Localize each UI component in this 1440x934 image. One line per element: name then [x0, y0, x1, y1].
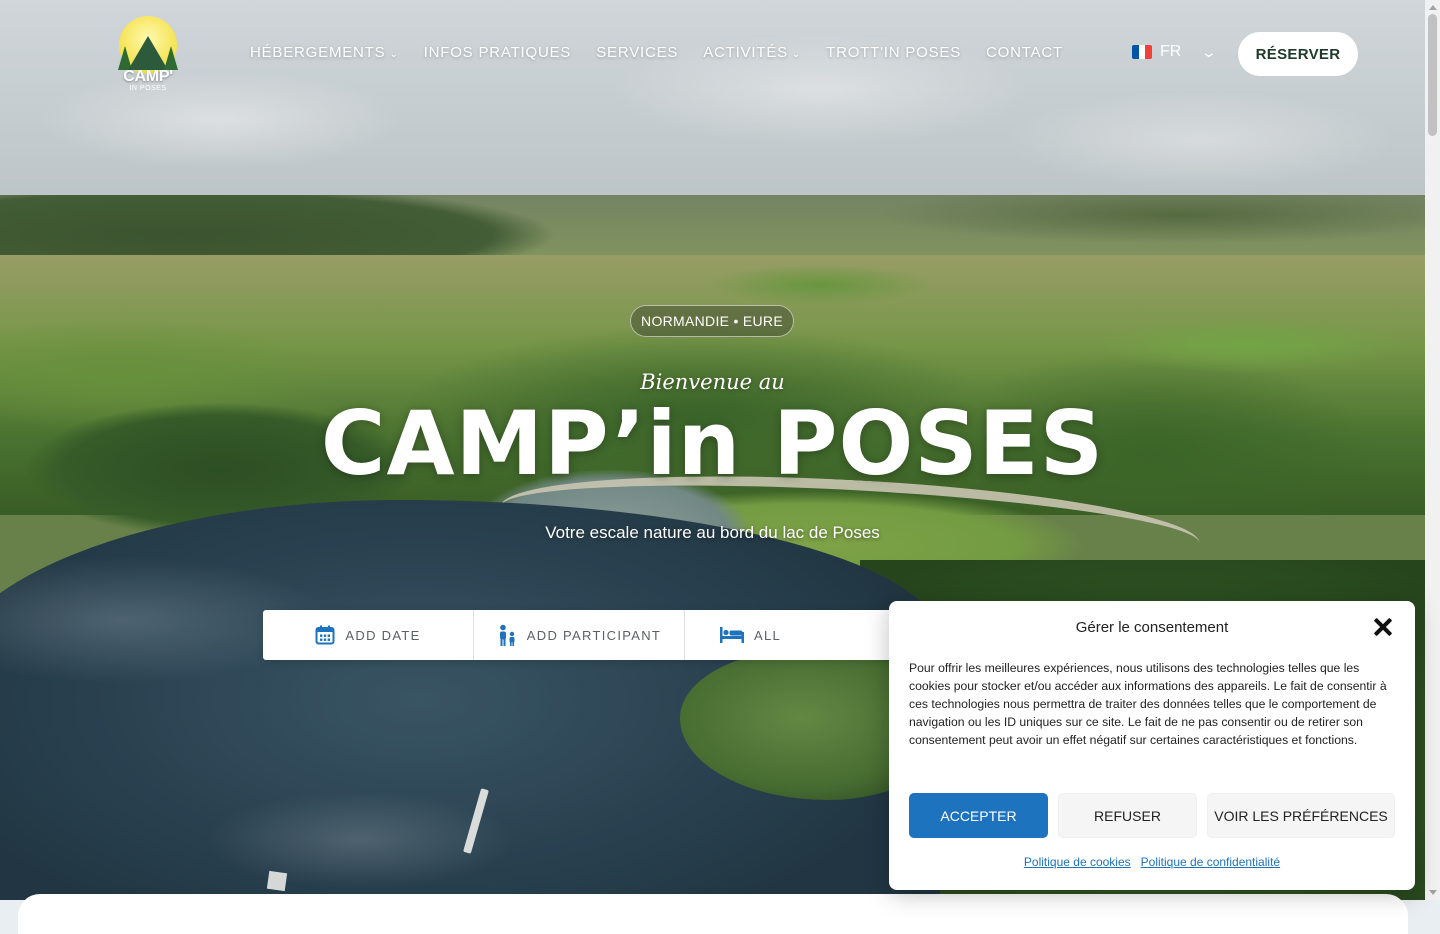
scroll-up-arrow-icon[interactable]	[1429, 5, 1437, 10]
nav-label: TROTT'IN POSES	[826, 44, 962, 61]
nav-item-trottin-poses[interactable]: TROTT'IN POSES	[826, 44, 961, 61]
nav-label: CONTACT	[986, 44, 1064, 61]
add-date-field[interactable]: ADD DATE	[263, 610, 474, 660]
scrollbar-thumb[interactable]	[1428, 14, 1437, 136]
hero-title: CAMP’in POSES	[320, 392, 1105, 495]
consent-description: Pour offrir les meilleures expériences, …	[909, 661, 1387, 747]
nav-item-services[interactable]: SERVICES	[596, 44, 678, 61]
accept-button[interactable]: ACCEPTER	[909, 793, 1048, 838]
main-navigation: HÉBERGEMENTS ⌄ INFOS PRATIQUES SERVICES …	[250, 44, 1088, 61]
hero-welcome: Bienvenue au	[640, 370, 785, 394]
hero-tagline: Votre escale nature au bord du lac de Po…	[545, 523, 880, 542]
privacy-policy-link[interactable]: Politique de confidentialité	[1141, 855, 1280, 869]
view-preferences-button[interactable]: VOIR LES PRÉFÉRENCES	[1207, 793, 1395, 838]
tent-icon	[128, 36, 168, 70]
nav-label: SERVICES	[596, 44, 679, 61]
french-flag-icon	[1132, 45, 1152, 59]
chevron-down-icon: ⌄	[791, 49, 802, 60]
language-code: FR	[1160, 43, 1182, 60]
chevron-down-icon: ⌄	[389, 49, 399, 60]
refuse-button[interactable]: REFUSER	[1058, 793, 1197, 838]
reserve-button[interactable]: RÉSERVER	[1238, 32, 1358, 76]
nav-item-infos-pratiques[interactable]: INFOS PRATIQUES	[424, 44, 572, 61]
add-participant-field[interactable]: ADD PARTICIPANT	[474, 610, 685, 660]
cookie-consent-dialog: Gérer le consentement Pour offrir les me…	[889, 601, 1415, 890]
family-icon	[499, 624, 515, 646]
tree-icon	[164, 46, 178, 70]
page-scrollbar[interactable]	[1425, 0, 1440, 900]
nav-item-activites[interactable]: ACTIVITÉS ⌄	[703, 44, 801, 61]
booking-search-bar: ADD DATE ADD PARTICIPANT ALL	[263, 610, 903, 660]
language-selector[interactable]: FR ⌄	[1132, 43, 1218, 61]
cookie-policy-link[interactable]: Politique de cookies	[1024, 855, 1131, 869]
logo-wordmark: CAMP'	[123, 68, 173, 85]
chevron-down-icon: ⌄	[1200, 43, 1218, 60]
bed-icon	[719, 627, 744, 643]
nav-item-hebergements[interactable]: HÉBERGEMENTS ⌄	[250, 44, 399, 61]
location-badge: NORMANDIE • EURE	[630, 305, 794, 337]
nav-item-contact[interactable]: CONTACT	[986, 44, 1063, 61]
close-icon[interactable]	[1372, 616, 1394, 638]
logo-subtitle: IN POSES	[129, 85, 167, 92]
accommodation-label: ALL	[753, 627, 781, 643]
consent-policy-links: Politique de cookies Politique de confid…	[889, 855, 1415, 869]
calendar-icon	[315, 625, 335, 645]
content-card-edge	[18, 894, 1408, 934]
accommodation-type-field[interactable]: ALL	[685, 610, 903, 660]
nav-label: INFOS PRATIQUES	[423, 44, 572, 61]
nav-label: ACTIVITÉS	[703, 44, 788, 61]
consent-title: Gérer le consentement	[1075, 619, 1229, 636]
nav-label: HÉBERGEMENTS	[250, 44, 386, 61]
scroll-down-arrow-icon[interactable]	[1429, 890, 1437, 895]
site-logo[interactable]: CAMP' IN POSES	[116, 16, 180, 94]
add-date-label: ADD DATE	[345, 627, 421, 643]
add-participant-label: ADD PARTICIPANT	[526, 627, 662, 643]
